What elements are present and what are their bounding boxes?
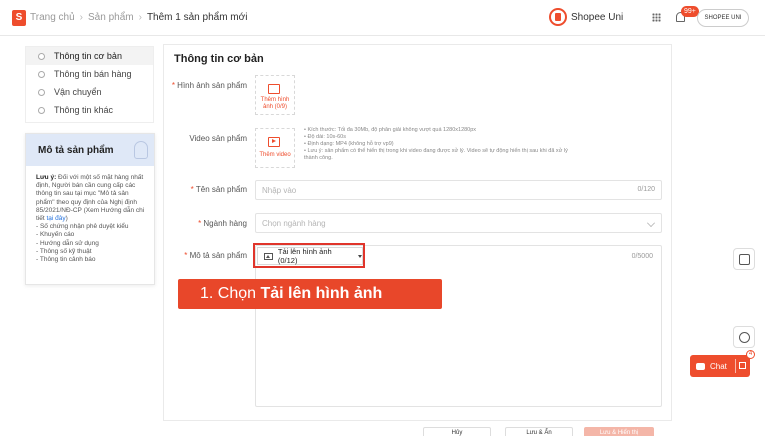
breadcrumb-home[interactable]: Trang chủ <box>30 12 75 23</box>
description-label-text: Mô tả sản phẩm <box>189 251 247 260</box>
video-upload-box[interactable]: Thêm video <box>255 128 295 168</box>
image-upload-text: Thêm hình ảnh (0/9) <box>260 97 290 110</box>
help-card-title: Mô tả sản phẩm <box>38 145 114 156</box>
radio-icon <box>38 70 45 78</box>
help-note: Lưu ý: Đối với một số mặt hàng nhất định… <box>36 174 146 223</box>
lightbulb-icon <box>134 141 148 159</box>
nav-item-label: Thông tin khác <box>54 105 114 115</box>
callout-prefix: 1. Chọn <box>200 285 261 302</box>
help-list-item: - Hướng dẫn sử dụng <box>36 239 99 247</box>
breadcrumb-current: Thêm 1 sản phẩm mới <box>146 12 248 23</box>
help-card-body: Lưu ý: Đối với một số mặt hàng nhất định… <box>26 166 154 264</box>
product-name-input[interactable]: Nhập vào 0/120 <box>255 180 662 200</box>
help-list-item: - Khuyến cáo <box>36 231 75 239</box>
shopee-uni-icon <box>549 8 567 26</box>
category-label-text: Ngành hàng <box>203 219 247 228</box>
callout-bold: Tải lên hình ảnh <box>260 285 383 302</box>
help-list-item: - Thông tin cảnh báo <box>36 256 96 264</box>
video-note: Định dạng: MP4 (không hỗ trợ vp9) <box>304 141 569 148</box>
image-upload-box[interactable]: Thêm hình ảnh (0/9) <box>255 75 295 115</box>
video-note: Lưu ý: sản phẩm có thể hiển thị trong kh… <box>304 148 569 162</box>
chat-bubble-icon <box>696 362 705 370</box>
product-name-label-text: Tên sản phẩm <box>195 185 247 194</box>
help-list-item: - Thông số kỹ thuật <box>36 247 92 255</box>
nav-item-label: Thông tin bán hàng <box>54 69 132 79</box>
radio-icon <box>38 106 45 114</box>
pencil-icon <box>647 219 655 227</box>
video-requirements: Kích thước: Tối đa 30Mb, độ phân giải kh… <box>304 127 569 162</box>
nav-item-shipping[interactable]: Vận chuyển <box>26 83 153 101</box>
description-editor[interactable]: 0/5000 <box>255 245 662 407</box>
help-card-header: Mô tả sản phẩm <box>26 134 154 166</box>
tutorial-highlight-box <box>253 243 365 268</box>
description-label: * Mô tả sản phẩm <box>151 251 247 260</box>
image-add-icon <box>268 84 280 94</box>
section-title: Thông tin cơ bản <box>174 53 264 65</box>
help-note-prefix: Lưu ý: <box>36 174 57 181</box>
save-hide-button[interactable]: Lưu & Ẩn <box>505 427 573 436</box>
help-note-close: ) <box>65 215 68 223</box>
top-bar: S Trang chủ › Sản phẩm › Thêm 1 sản phẩm mới… <box>0 0 765 36</box>
chart-icon <box>739 254 750 265</box>
category-label: * Ngành hàng <box>151 219 247 228</box>
cancel-button[interactable]: Hủy <box>423 427 491 436</box>
video-add-icon <box>268 137 280 147</box>
section-nav: Thông tin cơ bản Thông tin bán hàng Vận … <box>25 46 154 123</box>
save-display-button[interactable]: Lưu & Hiển thị <box>584 427 654 436</box>
chat-badge: 4 <box>746 350 755 359</box>
video-label: Video sản phẩm <box>189 134 247 143</box>
chat-divider <box>735 359 736 373</box>
chevron-right-icon: › <box>79 12 83 23</box>
product-name-label: * Tên sản phẩm <box>151 185 247 194</box>
chat-label: Chat <box>710 361 727 371</box>
description-help-card: Mô tả sản phẩm Lưu ý: Đối với một số mặt… <box>25 133 155 285</box>
nav-item-basic-info[interactable]: Thông tin cơ bản <box>26 47 153 65</box>
radio-icon <box>38 52 45 60</box>
category-placeholder: Chọn ngành hàng <box>262 219 326 228</box>
nav-item-label: Vận chuyển <box>54 87 102 97</box>
apps-grid-icon[interactable] <box>652 13 661 22</box>
analytics-float-button[interactable] <box>733 248 755 270</box>
chat-expand-icon[interactable] <box>739 362 746 369</box>
image-label-text: Hình ảnh sản phẩm <box>177 81 247 90</box>
shopee-uni-link[interactable]: Shopee Uni <box>549 8 623 26</box>
headset-icon <box>739 332 750 343</box>
breadcrumb: Trang chủ › Sản phẩm › Thêm 1 sản phẩm mới <box>30 12 247 23</box>
category-select[interactable]: Chọn ngành hàng <box>255 213 662 233</box>
video-note: Độ dài: 10s-60s <box>304 134 569 141</box>
product-name-placeholder: Nhập vào <box>262 186 297 195</box>
shopee-uni-label: Shopee Uni <box>571 11 624 23</box>
video-upload-text: Thêm video <box>259 152 291 158</box>
support-float-button[interactable] <box>733 326 755 348</box>
image-label: * Hình ảnh sản phẩm <box>151 81 247 90</box>
description-counter: 0/5000 <box>631 253 653 260</box>
nav-item-sales-info[interactable]: Thông tin bán hàng <box>26 65 153 83</box>
tutorial-callout: 1. Chọn Tải lên hình ảnh <box>178 279 442 309</box>
radio-icon <box>38 88 45 96</box>
shopee-logo-icon[interactable]: S <box>12 10 26 26</box>
nav-item-other-info[interactable]: Thông tin khác <box>26 101 153 119</box>
breadcrumb-products[interactable]: Sản phẩm <box>88 12 134 23</box>
logo-letter: S <box>15 12 23 23</box>
help-link[interactable]: tại đây <box>46 215 65 222</box>
video-note: Kích thước: Tối đa 30Mb, độ phân giải kh… <box>304 127 569 134</box>
shop-account-button[interactable]: SHOPEE UNI <box>697 9 749 27</box>
product-name-counter: 0/120 <box>637 186 655 193</box>
chevron-right-icon: › <box>138 12 142 23</box>
nav-item-label: Thông tin cơ bản <box>54 51 122 61</box>
